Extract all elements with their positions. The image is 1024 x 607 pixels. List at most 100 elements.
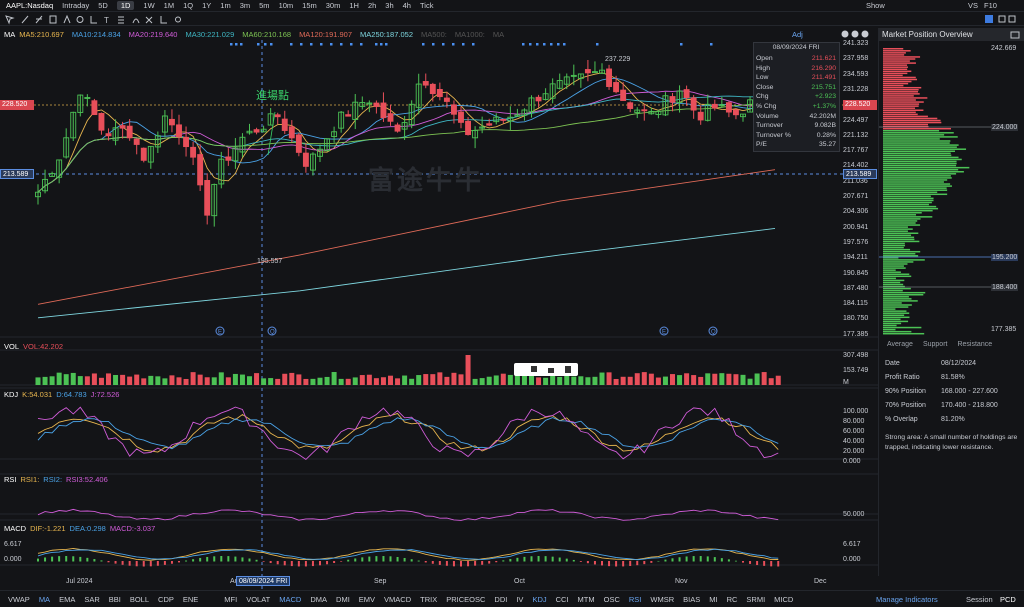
period-5D[interactable]: 5D bbox=[98, 1, 108, 10]
indicator-tab[interactable] bbox=[207, 595, 215, 604]
show-button[interactable]: Show bbox=[866, 1, 885, 10]
indicator-tab[interactable]: ENE bbox=[183, 595, 198, 604]
indicator-tab[interactable]: MFI bbox=[224, 595, 237, 604]
chip-bar bbox=[883, 84, 904, 87]
period-1m[interactable]: 1m bbox=[220, 1, 230, 10]
indicator-tab[interactable]: VMACD bbox=[384, 595, 411, 604]
volume-bar bbox=[282, 373, 288, 385]
indicator-tab[interactable]: EMV bbox=[359, 595, 375, 604]
period-1M[interactable]: 1M bbox=[164, 1, 174, 10]
macd-bar bbox=[79, 556, 82, 562]
indicator-tab[interactable]: KDJ bbox=[532, 595, 546, 604]
period-Tick[interactable]: Tick bbox=[420, 1, 433, 10]
dividend-marker bbox=[380, 43, 383, 46]
chart-canvas[interactable]: EQEQ bbox=[0, 27, 878, 590]
indicator-tab[interactable]: DMA bbox=[310, 595, 327, 604]
indicator-tab[interactable]: MA bbox=[39, 595, 50, 604]
macd-label[interactable]: MACD bbox=[4, 524, 26, 533]
chip-bar bbox=[883, 209, 933, 212]
ma-legend-item[interactable]: MA250:187.052 bbox=[360, 30, 413, 39]
ma-label[interactable]: MA bbox=[4, 30, 15, 39]
entry-annotation[interactable]: 進場點 bbox=[256, 87, 289, 103]
volume-bar bbox=[317, 377, 323, 385]
indicator-tab[interactable]: CCI bbox=[556, 595, 569, 604]
indicator-tab[interactable]: PRICEOSC bbox=[446, 595, 485, 604]
period-30m[interactable]: 30m bbox=[326, 1, 341, 10]
indicator-tab[interactable]: SRMI bbox=[746, 595, 765, 604]
period-10m[interactable]: 10m bbox=[279, 1, 294, 10]
volume-bar bbox=[599, 372, 605, 385]
indicator-tab[interactable]: TRIX bbox=[420, 595, 437, 604]
drawing-edit-popup[interactable] bbox=[514, 363, 578, 376]
ma-legend-item[interactable]: MA500: bbox=[421, 30, 447, 39]
indicator-tab[interactable]: IV bbox=[516, 595, 523, 604]
drawing-tools[interactable]: T bbox=[0, 13, 190, 26]
candle-body bbox=[584, 69, 591, 74]
indicator-tab[interactable]: DMI bbox=[336, 595, 350, 604]
ma-legend-item[interactable]: MA1000: bbox=[455, 30, 485, 39]
indicator-tab[interactable]: SAR bbox=[84, 595, 99, 604]
ma-legend-item[interactable]: MA20:219.640 bbox=[129, 30, 178, 39]
period-3h[interactable]: 3h bbox=[385, 1, 393, 10]
indicator-tab[interactable]: BBI bbox=[109, 595, 121, 604]
period-1D[interactable]: 1D bbox=[116, 1, 135, 10]
indicator-tab[interactable]: VOLAT bbox=[246, 595, 270, 604]
period-1W[interactable]: 1W bbox=[143, 1, 154, 10]
right-tools[interactable] bbox=[983, 14, 1023, 25]
indicator-tab[interactable]: RC bbox=[727, 595, 738, 604]
period-15m[interactable]: 15m bbox=[302, 1, 317, 10]
ma-legend-item[interactable]: MA5:210.697 bbox=[19, 30, 64, 39]
kdj-label[interactable]: KDJ bbox=[4, 390, 18, 399]
period-5m[interactable]: 5m bbox=[259, 1, 269, 10]
period-1Y[interactable]: 1Y bbox=[202, 1, 211, 10]
eye-icon bbox=[175, 16, 181, 23]
indicator-tab[interactable]: RSI bbox=[629, 595, 642, 604]
indicator-tab[interactable]: MTM bbox=[578, 595, 595, 604]
indicator-tab[interactable]: VWAP bbox=[8, 595, 30, 604]
indicator-tab[interactable]: CDP bbox=[158, 595, 174, 604]
adj-button[interactable]: Adj bbox=[792, 30, 803, 39]
ma-legend-item[interactable]: MA10:214.834 bbox=[72, 30, 121, 39]
indicator-tab[interactable]: BIAS bbox=[683, 595, 700, 604]
volume-bar bbox=[49, 376, 55, 385]
vol-label[interactable]: VOL bbox=[4, 342, 19, 351]
pcd-button[interactable]: PCD bbox=[1000, 595, 1016, 604]
ma-legend-item[interactable]: MA60:210.168 bbox=[242, 30, 291, 39]
volume-bar bbox=[324, 376, 330, 385]
dividend-marker bbox=[710, 43, 713, 46]
period-1Q[interactable]: 1Q bbox=[183, 1, 193, 10]
indicator-tab[interactable]: WMSR bbox=[650, 595, 674, 604]
period-4h[interactable]: 4h bbox=[403, 1, 411, 10]
manage-indicators-button[interactable]: Manage Indicators bbox=[876, 595, 938, 604]
chip-bar bbox=[883, 89, 919, 91]
event-marker-label: Q bbox=[270, 330, 275, 336]
indicator-tab[interactable]: OSC bbox=[604, 595, 620, 604]
indicator-tab[interactable]: MACD bbox=[279, 595, 301, 604]
indicator-tab[interactable]: BOLL bbox=[130, 595, 149, 604]
ma-legend-item[interactable]: MA bbox=[493, 30, 504, 39]
volume-bar bbox=[155, 376, 161, 385]
macd-bar bbox=[502, 560, 505, 562]
mpo-collapse-icon[interactable] bbox=[1010, 31, 1020, 39]
indicator-tab[interactable]: DDI bbox=[494, 595, 507, 604]
tooltip-key: Volume bbox=[756, 112, 779, 120]
ma-legend-item[interactable]: MA30:221.029 bbox=[185, 30, 234, 39]
chip-bar bbox=[883, 318, 901, 321]
indicator-tab[interactable]: MICD bbox=[774, 595, 793, 604]
period-1H[interactable]: 1H bbox=[349, 1, 359, 10]
period-Intraday[interactable]: Intraday bbox=[62, 1, 89, 10]
indicator-tab[interactable]: MI bbox=[709, 595, 717, 604]
ma-legend-item[interactable]: MA120:191.907 bbox=[299, 30, 352, 39]
pane-controls[interactable] bbox=[840, 29, 876, 39]
candle-body bbox=[669, 96, 676, 103]
candle-body bbox=[500, 118, 507, 121]
indicator-tab[interactable]: EMA bbox=[59, 595, 75, 604]
period-3m[interactable]: 3m bbox=[240, 1, 250, 10]
f10-button[interactable]: F10 bbox=[984, 1, 997, 10]
symbol-label[interactable]: AAPL:Nasdaq bbox=[6, 1, 53, 10]
rsi-label[interactable]: RSI bbox=[4, 475, 17, 484]
chip-bar bbox=[883, 302, 902, 304]
period-2h[interactable]: 2h bbox=[368, 1, 376, 10]
session-button[interactable]: Session bbox=[966, 595, 993, 604]
vs-button[interactable]: VS bbox=[968, 1, 978, 10]
